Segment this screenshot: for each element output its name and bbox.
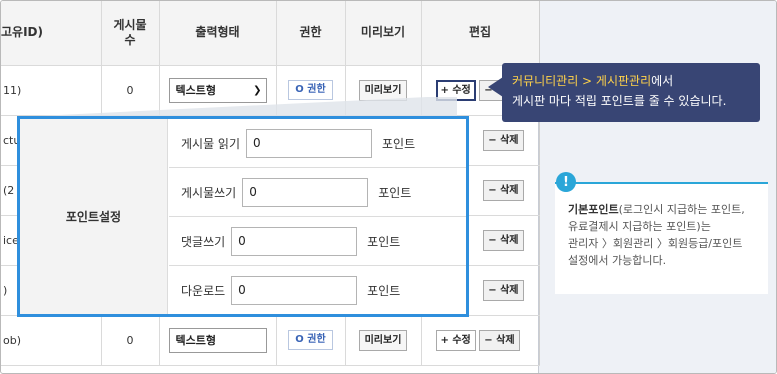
point-row-download: 다운로드 0 포인트 — [169, 266, 466, 315]
delete-button[interactable]: − 삭제 — [483, 129, 524, 151]
info-bold-title: 기본포인트 — [568, 203, 619, 216]
chevron-down-icon: ❯ — [253, 84, 262, 96]
row-count: 0 — [101, 315, 160, 366]
delete-button[interactable]: − 삭제 — [483, 179, 524, 201]
point-label-write: 게시물쓰기 — [181, 185, 237, 200]
format-select[interactable]: 텍스트형 ❯ — [168, 327, 267, 353]
point-row-write: 게시물쓰기 0 포인트 — [169, 168, 466, 217]
point-setting-panel: 포인트설정 게시물 읽기 0 포인트 게시물쓰기 0 포인트 댓글쓰기 0 포인… — [17, 116, 469, 317]
point-input-read[interactable]: 0 — [246, 128, 373, 158]
point-label-comment: 댓글쓰기 — [181, 234, 226, 249]
info-line-3: 관리자 〉회원관리 〉회원등급/포인트 — [568, 237, 743, 250]
col-header-edit: 편집 — [421, 1, 540, 66]
preview-button[interactable]: 미리보기 — [358, 329, 408, 351]
tooltip-line-2: 게시판 마다 적립 포인트를 줄 수 있습니다. — [512, 94, 727, 108]
format-select-value: 텍스트형 — [175, 84, 216, 97]
point-unit-comment: 포인트 — [367, 234, 401, 249]
point-unit-write: 포인트 — [378, 185, 412, 200]
col-header-count: 게시물 수 — [101, 1, 160, 66]
table-row: ob) 0 텍스트형 ❯ O 권한 미리보기 + 수정 − 삭제 — [1, 315, 540, 366]
delete-button[interactable]: − 삭제 — [483, 279, 524, 301]
point-input-download[interactable]: 0 — [231, 276, 358, 305]
info-line-1: 기본포인트(로그인시 지급하는 포인트, — [568, 201, 755, 218]
col-header-preview: 미리보기 — [345, 1, 422, 66]
help-tooltip: 커뮤니티관리 > 게시판관리에서 게시판 마다 적립 포인트를 줄 수 있습니다… — [502, 63, 760, 122]
point-input-write[interactable]: 0 — [242, 177, 369, 207]
point-label-download: 다운로드 — [181, 284, 226, 298]
tooltip-line-1: 커뮤니티관리 > 게시판관리에서 — [512, 71, 750, 91]
point-row-read: 게시물 읽기 0 포인트 — [169, 119, 466, 168]
point-input-comment[interactable]: 0 — [231, 226, 358, 256]
info-line-2: 유료결제시 지급하는 포인트)는 — [568, 220, 711, 233]
col-header-id: 고유ID) — [1, 1, 102, 66]
delete-button[interactable]: − 삭제 — [479, 329, 520, 351]
tooltip-arrow — [488, 77, 503, 97]
app-frame: 고유ID) 게시물 수 출력형태 권한 미리보기 편집 11) 0 텍스트형 ❯ — [0, 0, 777, 374]
permission-button[interactable]: O 권한 — [288, 330, 333, 350]
info-line-4: 설정에서 가능합니다. — [568, 254, 667, 267]
row-format-cell: 텍스트형 ❯ — [159, 315, 277, 366]
col-header-perm: 권한 — [276, 1, 346, 66]
row-preview-cell: 미리보기 — [345, 315, 422, 366]
point-unit-read: 포인트 — [382, 136, 416, 151]
tooltip-line-1-rest: 에서 — [651, 74, 674, 88]
table-header-row: 고유ID) 게시물 수 출력형태 권한 미리보기 편집 — [1, 1, 540, 66]
point-label-read: 게시물 읽기 — [181, 136, 241, 151]
info-card: 기본포인트(로그인시 지급하는 포인트, 유료결제시 지급하는 포인트)는 관리… — [555, 182, 768, 294]
row-edit-cell: + 수정 − 삭제 — [421, 315, 540, 366]
tooltip-menu-path: 커뮤니티관리 > 게시판관리 — [512, 74, 652, 88]
point-unit-download: 포인트 — [367, 284, 401, 298]
col-header-format: 출력형태 — [159, 1, 277, 66]
info-text-1: (로그인시 지급하는 포인트, — [618, 203, 745, 216]
row-id: ob) — [1, 315, 102, 366]
alert-icon: ! — [556, 172, 576, 192]
delete-button[interactable]: − 삭제 — [483, 229, 524, 251]
point-setting-label: 포인트설정 — [20, 119, 168, 314]
point-row-comment: 댓글쓰기 0 포인트 — [169, 217, 466, 266]
edit-button[interactable]: + 수정 — [435, 329, 476, 351]
format-select-value: 텍스트형 — [175, 334, 216, 347]
row-perm-cell: O 권한 — [276, 315, 346, 366]
